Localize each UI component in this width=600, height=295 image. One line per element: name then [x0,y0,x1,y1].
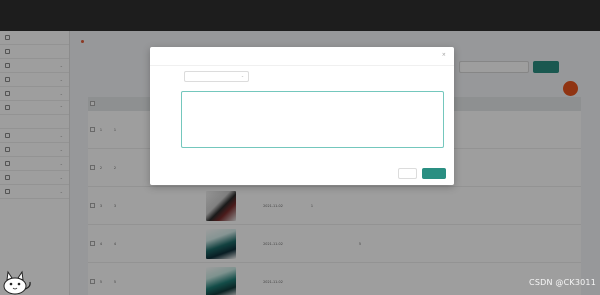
cat-logo-icon [3,270,31,295]
dialog-divider [150,65,454,66]
close-icon[interactable]: × [442,52,446,58]
reply-textarea[interactable] [181,91,444,148]
status-select[interactable]: ⌄ [184,71,249,82]
cancel-button[interactable] [398,168,417,179]
confirm-button[interactable] [422,168,446,179]
watermark: CSDN @CK3011 [529,278,596,287]
chevron-down-icon: ⌄ [240,74,244,78]
review-dialog: × ⌄ [150,47,454,185]
